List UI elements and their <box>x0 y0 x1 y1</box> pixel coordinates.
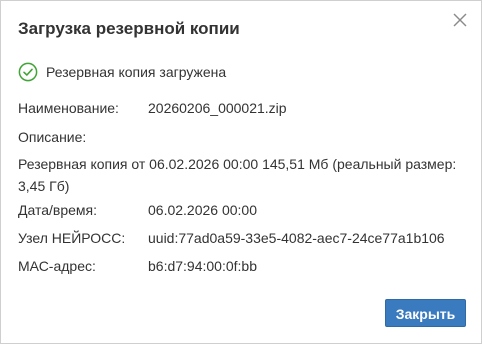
node-value: uuid:77ad0a59-33e5-4082-aec7-24ce77a1b10… <box>148 230 445 246</box>
name-value: 20260206_000021.zip <box>148 100 287 116</box>
close-icon[interactable] <box>452 12 468 28</box>
check-circle-icon <box>18 62 38 82</box>
status-text: Резервная копия загружена <box>46 64 227 80</box>
name-label: Наименование: <box>18 100 119 116</box>
mac-label: МАС-адрес: <box>18 258 96 274</box>
datetime-value: 06.02.2026 00:00 <box>148 202 257 218</box>
mac-value: b6:d7:94:00:0f:bb <box>148 258 257 274</box>
datetime-label: Дата/время: <box>18 202 97 218</box>
description-label: Описание: <box>18 129 87 145</box>
close-button[interactable]: Закрыть <box>385 299 466 327</box>
description-value: Резервная копия от 06.02.2026 00:00 145,… <box>18 156 457 194</box>
node-label: Узел НЕЙРОСС: <box>18 230 126 246</box>
backup-upload-dialog: Загрузка резервной копии Резервная копия… <box>0 0 482 344</box>
dialog-title: Загрузка резервной копии <box>18 19 240 38</box>
status-message: Резервная копия загружена <box>18 62 226 82</box>
